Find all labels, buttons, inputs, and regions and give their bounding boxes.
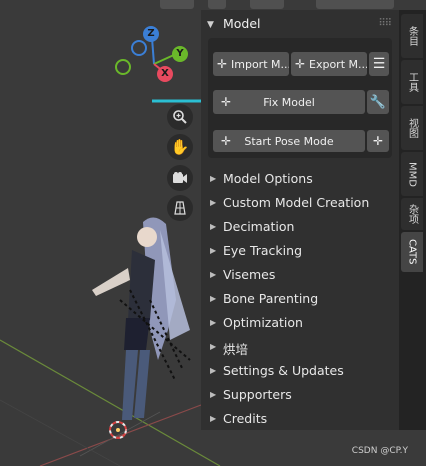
section-label: Custom Model Creation (223, 195, 370, 210)
tab-cats[interactable]: CATS (401, 232, 423, 272)
section-supporters[interactable]: ▶ Supporters (201, 383, 399, 407)
section-optimization[interactable]: ▶ Optimization (201, 311, 399, 335)
camera-view-button[interactable] (167, 165, 193, 191)
gizmo-x-axis[interactable]: X (157, 66, 173, 82)
expand-arrow-icon: ▶ (210, 222, 217, 231)
section-label: Settings & Updates (223, 363, 344, 378)
section-credits[interactable]: ▶ Credits (201, 407, 399, 431)
section-label: Optimization (223, 315, 303, 330)
armature-fix-icon: ✛ (220, 95, 232, 109)
expand-arrow-icon: ▶ (210, 318, 217, 327)
expand-arrow-icon: ▶ (210, 246, 217, 255)
section-settings-updates[interactable]: ▶ Settings & Updates (201, 359, 399, 383)
import-model-label: Import M... (231, 57, 289, 71)
tab-view[interactable]: 视图 (401, 106, 423, 150)
section-label: Visemes (223, 267, 276, 282)
object-mode-dropdown[interactable] (160, 0, 194, 9)
export-model-button[interactable]: ✛ Export M... (291, 52, 367, 76)
section-label: Decimation (223, 219, 295, 234)
section-model-options[interactable]: ▶ Model Options (201, 167, 399, 191)
tab-item[interactable]: 条目 (401, 14, 423, 58)
expand-arrow-icon: ▶ (210, 270, 217, 279)
gizmo-z-axis[interactable]: Z (143, 26, 159, 42)
character-model[interactable] (92, 217, 191, 420)
expand-arrow-icon: ▶ (210, 294, 217, 303)
magnifier-plus-icon (173, 110, 187, 124)
pose-to-shapekey-button[interactable]: ✛ (367, 130, 389, 152)
watermark: CSDN @CP.Y (351, 446, 408, 456)
armature-import-icon: ✛ (216, 57, 228, 71)
section-decimation[interactable]: ▶ Decimation (201, 215, 399, 239)
section-label: Credits (223, 411, 268, 426)
navigation-gizmo[interactable]: Z Y X (110, 24, 200, 114)
section-bake[interactable]: ▶ 烘培 (201, 335, 399, 359)
tab-misc[interactable]: 杂项 (401, 198, 423, 230)
pose-alt-icon: ✛ (372, 134, 384, 148)
section-label: Bone Parenting (223, 291, 319, 306)
start-pose-mode-button[interactable]: ✛ Start Pose Mode (213, 130, 365, 152)
expand-arrow-icon: ▶ (210, 342, 217, 351)
section-label: Model Options (223, 171, 313, 186)
start-pose-mode-label: Start Pose Mode (244, 134, 334, 148)
section-label: Supporters (223, 387, 292, 402)
expand-arrow-icon: ▶ (210, 366, 217, 375)
expand-arrow-icon: ▶ (210, 174, 217, 183)
section-label: Eye Tracking (223, 243, 302, 258)
cats-sidebar-panel: ▼ Model ⠿⠿ ✛ Import M... ✛ Export M... ☰… (201, 10, 399, 430)
export-model-label: Export M... (309, 57, 367, 71)
fix-model-label: Fix Model (263, 95, 315, 109)
section-label: 烘培 (223, 342, 249, 357)
panel-title: Model (223, 16, 261, 31)
pose-icon: ✛ (220, 134, 232, 148)
shading-mode-buttons[interactable] (316, 0, 394, 9)
section-visemes[interactable]: ▶ Visemes (201, 263, 399, 287)
viewport-shading-dropdown[interactable] (208, 0, 226, 9)
grid-icon (174, 201, 186, 215)
sidebar-tab-strip: 条目 工具 视图 MMD 杂项 CATS (399, 10, 426, 430)
expand-arrow-icon: ▶ (210, 390, 217, 399)
section-custom-model-creation[interactable]: ▶ Custom Model Creation (201, 191, 399, 215)
collapse-arrow-icon: ▼ (207, 20, 214, 30)
expand-arrow-icon: ▶ (210, 414, 217, 423)
model-panel-header[interactable]: ▼ Model ⠿⠿ (201, 14, 399, 36)
armature-export-icon: ✛ (294, 57, 306, 71)
camera-icon (173, 172, 187, 183)
model-tools-box: ✛ Import M... ✛ Export M... ☰ ✛ Fix Mode… (208, 38, 392, 158)
gizmo-y-axis[interactable]: Y (172, 46, 188, 62)
3d-cursor-icon (109, 421, 127, 439)
expand-arrow-icon: ▶ (210, 198, 217, 207)
overlay-dropdown[interactable] (250, 0, 284, 9)
perspective-toggle-button[interactable] (167, 195, 193, 221)
hamburger-menu-icon: ☰ (372, 56, 386, 72)
fix-model-button[interactable]: ✛ Fix Model (213, 90, 365, 114)
viewport-header (0, 0, 426, 10)
hand-icon: ✋ (170, 138, 190, 156)
pan-view-button[interactable]: ✋ (167, 134, 193, 160)
section-bone-parenting[interactable]: ▶ Bone Parenting (201, 287, 399, 311)
tab-mmd[interactable]: MMD (401, 152, 423, 196)
tab-tool[interactable]: 工具 (401, 60, 423, 104)
y-axis-floor-line (0, 339, 221, 466)
section-eye-tracking[interactable]: ▶ Eye Tracking (201, 239, 399, 263)
model-menu-button[interactable]: ☰ (369, 52, 389, 76)
fix-model-settings-button[interactable]: 🔧 (367, 90, 389, 114)
drag-grip-icon[interactable]: ⠿⠿ (378, 18, 392, 29)
import-model-button[interactable]: ✛ Import M... (213, 52, 289, 76)
zoom-view-button[interactable] (167, 104, 193, 130)
wrench-icon: 🔧 (369, 94, 387, 110)
